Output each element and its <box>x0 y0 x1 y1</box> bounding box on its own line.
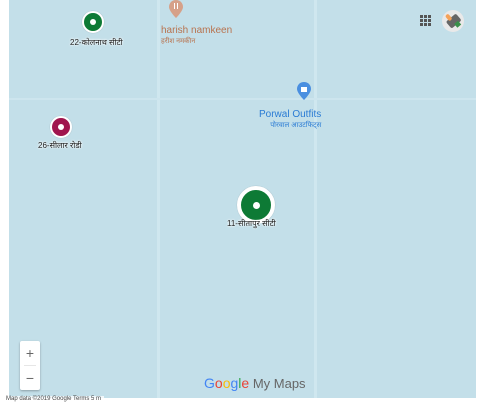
map-canvas[interactable]: 22-कोलनाथ सीटी 26-सीलार रोडी 11-सीतापुर … <box>9 0 476 398</box>
marker-label: 26-सीलार रोडी <box>38 141 82 150</box>
zoom-out-button[interactable]: − <box>20 366 40 390</box>
utensils-icon <box>169 0 183 18</box>
poi-label: harish namkeen हरीश नमकीन <box>161 23 232 47</box>
google-my-maps-logo: Google My Maps <box>204 375 306 391</box>
road <box>9 98 476 100</box>
marker-label: 11-सीतापुर सीटी <box>227 219 276 228</box>
map-attribution: Map data ©2019 Google Terms 5 m <box>3 396 105 402</box>
road <box>314 0 317 398</box>
poi-label: Porwal Outfits पोरवाल आउटफिट्स <box>259 107 321 131</box>
marker-label: 22-कोलनाथ सीटी <box>70 38 123 47</box>
poi-subtitle: हरीश नमकीन <box>161 38 196 45</box>
zoom-in-button[interactable]: + <box>20 341 40 365</box>
poi-name: Porwal Outfits <box>259 109 322 120</box>
ink-finger-avatar-icon[interactable] <box>442 10 464 32</box>
road <box>157 0 160 398</box>
shopping-bag-icon <box>297 82 311 100</box>
place-marker-icon <box>50 116 72 138</box>
poi-name: harish namkeen <box>161 25 233 36</box>
apps-grid-icon[interactable] <box>420 15 431 26</box>
zoom-control: + − <box>20 341 40 390</box>
poi-subtitle: पोरवाल आउटफिट्स <box>270 122 322 129</box>
place-marker-icon <box>82 11 104 33</box>
